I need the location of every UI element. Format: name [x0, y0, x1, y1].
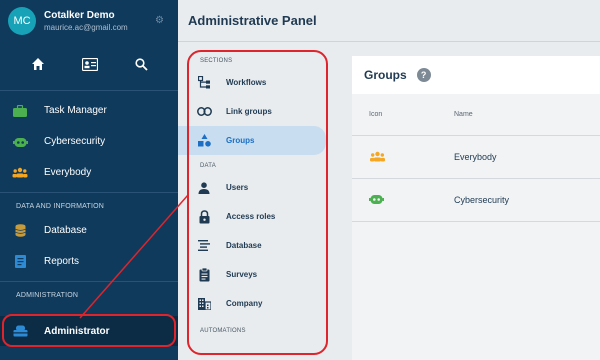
search-icon[interactable] — [134, 57, 148, 71]
sidebar-item-everybody[interactable]: Everybody — [0, 157, 178, 188]
sidebar-item-administrator[interactable]: Administrator — [0, 316, 178, 346]
quick-nav — [0, 42, 178, 86]
column-header-name[interactable]: Name — [454, 111, 473, 118]
user-name: Cotalker Demo — [44, 10, 115, 21]
help-icon[interactable]: ? — [416, 68, 431, 82]
building-icon — [196, 296, 212, 312]
clipboard-icon — [196, 267, 212, 283]
table-row[interactable]: Cybersecurity — [352, 179, 600, 222]
sidebar-item-label: Everybody — [44, 167, 92, 178]
divider — [0, 281, 178, 282]
groups-header: Groups ? — [352, 56, 600, 94]
sidebar-item-database[interactable]: Database — [0, 215, 178, 246]
list-icon — [196, 238, 212, 254]
nav-item-groups[interactable]: Groups — [178, 126, 326, 155]
home-icon[interactable] — [31, 57, 45, 71]
nav-item-access-roles[interactable]: Access roles — [178, 202, 340, 231]
people-icon — [12, 165, 28, 181]
sidebar-item-label: Database — [44, 225, 87, 236]
app-header: Administrative Panel — [178, 0, 600, 42]
divider — [0, 192, 178, 193]
nav-item-database[interactable]: Database — [178, 231, 340, 260]
sidebar-item-label: Administrator — [44, 325, 110, 337]
automations-header: AUTOMATIONS — [200, 328, 246, 334]
sidebar-item-task-manager[interactable]: Task Manager — [0, 95, 178, 126]
nav-item-surveys[interactable]: Surveys — [178, 260, 340, 289]
user-profile[interactable]: MC Cotalker Demo maurice.ac@gmail.com ⚙ — [0, 0, 178, 42]
sidebar-item-cybersecurity[interactable]: Cybersecurity — [0, 126, 178, 157]
data-header: DATA — [200, 163, 216, 169]
contact-card-icon[interactable] — [81, 57, 98, 71]
avatar[interactable]: MC — [8, 7, 36, 35]
nav-item-label: Groups — [226, 136, 255, 145]
nav-item-label: Users — [226, 183, 249, 192]
sections-header: SECTIONS — [200, 58, 233, 64]
user-email: maurice.ac@gmail.com — [44, 23, 128, 32]
link-icon — [196, 104, 212, 120]
nav-item-company[interactable]: Company — [178, 289, 340, 318]
divider — [0, 90, 178, 91]
nav-item-link-groups[interactable]: Link groups — [178, 97, 340, 126]
nav-item-label: Database — [226, 241, 262, 250]
sidebar: MC Cotalker Demo maurice.ac@gmail.com ⚙ … — [0, 0, 178, 360]
user-icon — [196, 180, 212, 196]
gear-icon[interactable]: ⚙ — [155, 15, 164, 26]
briefcase-icon — [12, 103, 28, 119]
nav-item-label: Surveys — [226, 270, 258, 279]
admin-sections-nav: SECTIONS Workflows Link groups Groups DA… — [178, 42, 340, 360]
nav-item-label: Workflows — [226, 78, 267, 87]
robot-icon — [12, 134, 28, 150]
workflow-icon — [196, 75, 212, 91]
nav-item-users[interactable]: Users — [178, 173, 340, 202]
section-header-administration: ADMINISTRATION — [16, 291, 79, 299]
nav-item-label: Link groups — [226, 107, 272, 116]
robot-icon — [369, 193, 384, 207]
column-header-icon[interactable]: Icon — [352, 111, 454, 118]
sidebar-item-reports[interactable]: Reports — [0, 246, 178, 277]
group-name: Cybersecurity — [454, 195, 510, 205]
people-icon — [369, 151, 386, 164]
document-icon — [12, 254, 28, 270]
nav-item-label: Company — [226, 299, 263, 308]
lock-icon — [196, 209, 212, 225]
sidebar-item-label: Reports — [44, 256, 80, 267]
page-title: Administrative Panel — [188, 13, 317, 28]
nav-item-workflows[interactable]: Workflows — [178, 68, 340, 97]
groups-panel: Groups ? Icon Name Everybody Cybersecuri… — [352, 56, 600, 360]
sidebar-item-label: Task Manager — [44, 105, 107, 116]
group-name: Everybody — [454, 152, 497, 162]
nav-item-label: Access roles — [226, 212, 276, 221]
database-icon — [12, 223, 28, 239]
table-header: Icon Name — [352, 94, 600, 136]
groups-shapes-icon — [196, 133, 212, 149]
section-header-data: DATA AND INFORMATION — [16, 202, 105, 210]
admin-icon — [12, 323, 28, 339]
groups-title: Groups — [364, 68, 407, 82]
sidebar-item-label: Cybersecurity — [44, 136, 106, 147]
table-row[interactable]: Everybody — [352, 136, 600, 179]
